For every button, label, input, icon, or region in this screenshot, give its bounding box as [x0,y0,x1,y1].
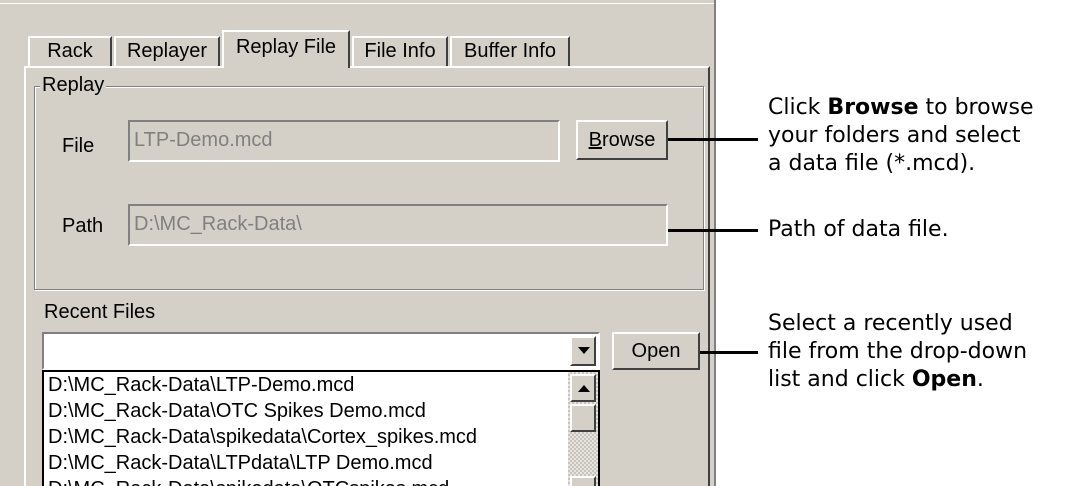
callout-line-open [700,351,758,354]
list-item[interactable]: D:\MC_Rack-Data\spikedata\Cortex_spikes.… [44,424,598,450]
scroll-thumb[interactable] [570,404,596,432]
arrow-up-icon [578,385,590,392]
file-field[interactable]: LTP-Demo.mcd [128,120,560,162]
callout-line-path [668,229,758,232]
scroll-down-button[interactable] [570,476,596,486]
callout-bold: Open [911,367,977,392]
scroll-up-button[interactable] [570,374,596,402]
replay-group-label: Replay [40,73,107,97]
callout-text: Click [768,95,828,120]
tab-label: Replay File [235,36,337,58]
browse-button-label: rowse [601,129,656,151]
list-item[interactable]: D:\MC_Rack-Data\LTPdata\LTP Demo.mcd [44,450,598,476]
dropdown-button[interactable] [570,336,596,366]
path-label: Path [62,215,104,237]
callout-text: your folders and select [768,123,1021,148]
tab-label: File Info [364,40,436,62]
tab-replay-file[interactable]: Replay File [222,30,350,68]
list-item[interactable]: D:\MC_Rack-Data\OTC Spikes Demo.mcd [44,398,598,424]
path-field[interactable]: D:\MC_Rack-Data\ [128,204,668,246]
callout-text: to browse [918,95,1034,120]
browse-button[interactable]: Browse [576,120,668,160]
browse-mnemonic: B [588,129,602,151]
tab-rack[interactable]: Rack [28,36,112,66]
callout-path: Path of data file. [768,216,949,244]
chevron-down-icon [578,347,590,354]
open-button[interactable]: Open [612,332,700,370]
vertical-scrollbar[interactable] [568,372,598,486]
recent-files-combo[interactable] [42,332,600,370]
callout-bold: Browse [827,95,919,120]
recent-files-list[interactable]: D:\MC_Rack-Data\LTP-Demo.mcd D:\MC_Rack-… [42,370,600,486]
recent-files-label: Recent Files [44,301,156,323]
callout-open: Select a recently used file from the dro… [768,310,1027,394]
panel-top-edge [0,0,714,4]
callout-text: . [976,367,984,392]
tab-buffer-info[interactable]: Buffer Info [450,36,570,66]
tab-label: Replayer [126,40,208,62]
tab-file-info[interactable]: File Info [352,36,448,66]
callout-browse: Click Browse to browse your folders and … [768,94,1034,178]
callout-text: file from the drop-down [768,339,1028,364]
file-label: File [62,135,95,157]
tab-replayer[interactable]: Replayer [114,36,220,66]
callout-text: list and click [768,367,912,392]
callout-line-browse [668,138,758,141]
callout-text: Select a recently used [768,311,1013,336]
list-item[interactable]: D:\MC_Rack-Data\LTP-Demo.mcd [44,372,598,398]
tab-label: Rack [47,40,93,62]
replay-groupbox [34,86,704,290]
callout-text: Path of data file. [768,217,949,242]
callout-text: a data file (*.mcd). [768,151,976,176]
replay-file-panel: Rack Replayer Replay File File Info Buff… [0,0,716,486]
tab-label: Buffer Info [464,40,556,62]
list-item[interactable]: D:\MC_Rack-Data\spikedata\OTCspikes.mcd [44,476,598,486]
